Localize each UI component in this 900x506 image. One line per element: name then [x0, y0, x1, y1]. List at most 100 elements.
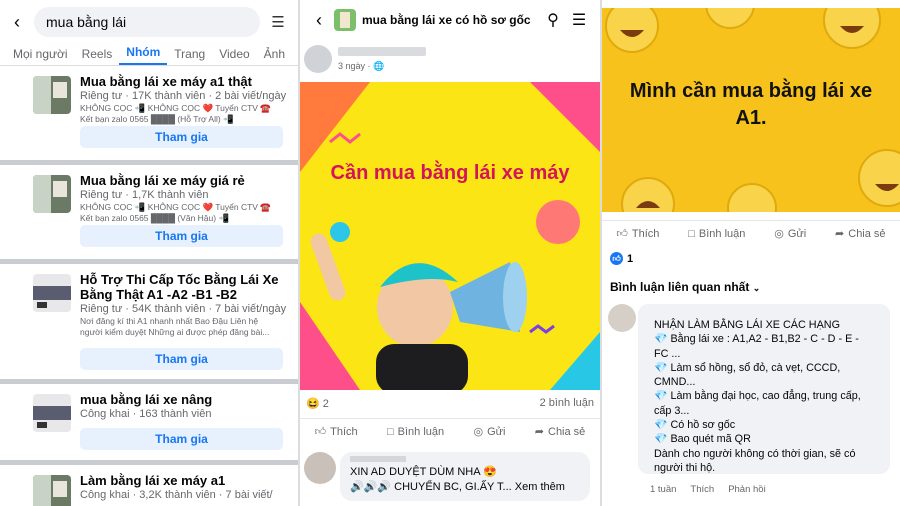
back-arrow-icon[interactable]: ‹	[6, 12, 28, 33]
group-meta: Riêng tư · 54K thành viên · 7 bài viết/n…	[80, 303, 287, 315]
group-thumbnail	[33, 394, 71, 432]
group-header: ‹ mua bằng lái xe có hồ sơ gốc ⚲ ☰	[300, 0, 600, 40]
comment-line: người thi hộ.	[654, 461, 716, 474]
comment-meta: 1 tuần Thích Phản hồi	[650, 484, 766, 495]
group-thumbnail	[33, 475, 71, 506]
comment-line: cấp 3...	[654, 404, 690, 417]
back-arrow-icon[interactable]: ‹	[308, 10, 330, 31]
commenter-avatar[interactable]	[608, 304, 636, 332]
group-description: KHÔNG CỌC 📲 KHÔNG CỌC ❤️ Tuyển CTV ☎️	[80, 202, 271, 212]
avatar[interactable]	[304, 45, 332, 73]
tab-videos[interactable]: Video	[212, 47, 256, 65]
group-result[interactable]: Mua bằng lái xe máy giá rẻ Riêng tư · 1,…	[0, 165, 298, 259]
group-result[interactable]: Hỗ Trợ Thi Cấp Tốc Bằng Lái Xe Bằng Thật…	[0, 264, 298, 379]
group-name[interactable]: mua bằng lái xe nâng	[80, 392, 288, 407]
join-button[interactable]: Tham gia	[80, 126, 283, 148]
comment-count[interactable]: 2 bình luận	[540, 397, 594, 409]
comment-like-button[interactable]: Thích	[690, 484, 714, 495]
group-thumbnail	[33, 175, 71, 213]
tab-photos[interactable]: Ảnh	[257, 47, 292, 65]
like-label: Thích	[631, 227, 660, 240]
comment-text[interactable]: 🔊🔊🔊 CHUYỂN BC, GI.ẤY T... Xem thêm	[350, 480, 580, 495]
group-name[interactable]: Mua bằng lái xe máy a1 thật	[80, 74, 288, 89]
menu-icon[interactable]: ☰	[566, 10, 592, 30]
tab-pages[interactable]: Trang	[167, 47, 212, 65]
post-image-text: Mình cần mua bằng lái xe A1.	[629, 80, 873, 129]
post-actions: 👍︎ Thích □ Bình luận ◎ Gửi ➦ Chia sẻ	[602, 220, 900, 246]
group-name[interactable]: Mua bằng lái xe máy giá rẻ	[80, 173, 288, 188]
group-result[interactable]: Làm bằng lái xe máy a1 Công khai · 3,2K …	[0, 465, 298, 506]
comment-button[interactable]: □ Bình luận	[688, 228, 745, 240]
group-thumbnail	[33, 274, 71, 312]
group-description: người kiểm duyệt Những ai được phép đăng…	[80, 327, 270, 337]
comment-sort-label: Bình luận liên quan nhất	[610, 280, 750, 294]
group-result[interactable]: mua bằng lái xe nâng Công khai · 163 thà…	[0, 384, 298, 460]
share-button[interactable]: ➦ Chia sẻ	[835, 227, 886, 241]
send-button[interactable]: ◎ Gửi	[473, 425, 506, 439]
group-result[interactable]: Mua bằng lái xe máy a1 thật Riêng tư · 1…	[0, 66, 298, 160]
post-image[interactable]: Mình cần mua bằng lái xe A1.	[602, 8, 900, 212]
messenger-icon: ◎	[473, 426, 484, 438]
join-button[interactable]: Tham gia	[80, 225, 283, 247]
search-tabs: Mọi người Reels Nhóm Trang Video Ảnh	[0, 44, 298, 66]
group-name[interactable]: Làm bằng lái xe máy a1	[80, 473, 288, 488]
post-image-text: Cần mua bằng lái xe máy	[330, 162, 570, 184]
share-button[interactable]: ➦ Chia sẻ	[535, 425, 586, 439]
filter-icon[interactable]: ☰	[266, 13, 290, 31]
group-meta: Riêng tư · 1,7K thành viên	[80, 189, 209, 201]
commenter-name-redacted	[350, 456, 406, 462]
search-bar: ‹ mua bằng lái ☰	[0, 0, 298, 44]
join-button[interactable]: Tham gia	[80, 348, 283, 370]
comment-button[interactable]: □ Bình luận	[387, 426, 444, 438]
post-image[interactable]: Cần mua bằng lái xe máy	[300, 82, 600, 390]
send-button[interactable]: ◎ Gửi	[774, 227, 806, 241]
post-comments-panel: Mình cần mua bằng lái xe A1. 👍︎ Thích □ Bì…	[602, 0, 900, 506]
comment-bubble: XIN AD DUYỆT DÙM NHA 😍 🔊🔊🔊 CHUYỂN BC, GI…	[340, 452, 590, 501]
comment-icon: □	[387, 425, 394, 438]
post-stats: 😆 2 2 bình luận	[300, 394, 600, 412]
comment-line: 💎 Bằng lái xe : A1,A2 - B1,B2 - C - D - …	[654, 333, 859, 346]
comment-line: 💎 Bao quét mã QR	[654, 433, 751, 446]
group-meta: Công khai · 3,2K thành viên · 7 bài viết…	[80, 489, 273, 501]
tab-reels[interactable]: Reels	[75, 47, 120, 65]
comment-line: 💎 Có hồ sơ gốc	[654, 419, 736, 432]
search-icon[interactable]: ⚲	[540, 10, 566, 30]
reaction-summary[interactable]: 👍︎ 1	[610, 252, 633, 265]
comment-sort-dropdown[interactable]: Bình luận liên quan nhất ⌄	[610, 280, 760, 294]
tab-people[interactable]: Mọi người	[6, 47, 75, 65]
reaction-count: 1	[627, 252, 634, 265]
comment-line: Dành cho người không có thời gian, sẽ có	[654, 447, 856, 460]
post-actions: 👍︎ Thích □ Bình luận ◎ Gửi ➦ Chia sẻ	[300, 418, 600, 444]
tab-groups[interactable]: Nhóm	[119, 45, 168, 65]
group-description: Nơi đăng kí thi A1 nhanh nhất Bao Đậu Li…	[80, 316, 259, 326]
like-button[interactable]: 👍︎ Thích	[616, 227, 660, 241]
group-title[interactable]: mua bằng lái xe có hồ sơ gốc	[362, 13, 540, 27]
commenter-avatar[interactable]	[304, 452, 336, 484]
search-input[interactable]: mua bằng lái	[34, 7, 260, 37]
join-button[interactable]: Tham gia	[80, 428, 283, 450]
search-query: mua bằng lái	[46, 14, 127, 30]
comment-line: NHẬN LÀM BẰNG LÁI XE CÁC HẠNG	[654, 319, 840, 331]
comment-line: CMND...	[654, 376, 696, 389]
like-icon: 👍︎	[616, 228, 628, 240]
group-thumbnail	[33, 76, 71, 114]
comment-line: FC ...	[654, 347, 681, 360]
send-label: Gửi	[487, 425, 506, 438]
comment-label: Bình luận	[698, 227, 746, 240]
reaction-count: 2	[322, 397, 329, 410]
like-icon: 👍︎	[314, 426, 327, 438]
comment-text: XIN AD DUYỆT DÙM NHA 😍	[350, 466, 497, 478]
reaction-summary[interactable]: 😆 2	[306, 397, 329, 410]
like-button[interactable]: 👍︎ Thích	[314, 425, 358, 439]
group-name[interactable]: Hỗ Trợ Thi Cấp Tốc Bằng Lái Xe Bằng Thật…	[80, 272, 288, 302]
post-author: 3 ngày · 🌐	[300, 40, 600, 78]
comment-reply-button[interactable]: Phản hồi	[728, 484, 766, 495]
group-description: Kết bạn zalo 0565 ████ (Văn Hậu) 📲	[80, 213, 230, 223]
messenger-icon: ◎	[774, 228, 784, 240]
comment-time: 1 tuần	[650, 484, 677, 495]
comment-label: Bình luận	[397, 425, 445, 438]
group-post-panel: ‹ mua bằng lái xe có hồ sơ gốc ⚲ ☰ 3 ngà…	[300, 0, 600, 506]
comment-bubble: NHẬN LÀM BẰNG LÁI XE CÁC HẠNG 💎 Bằng lái…	[638, 304, 890, 474]
group-icon	[334, 9, 356, 31]
group-search-panel: ‹ mua bằng lái ☰ Mọi người Reels Nhóm Tr…	[0, 0, 298, 506]
